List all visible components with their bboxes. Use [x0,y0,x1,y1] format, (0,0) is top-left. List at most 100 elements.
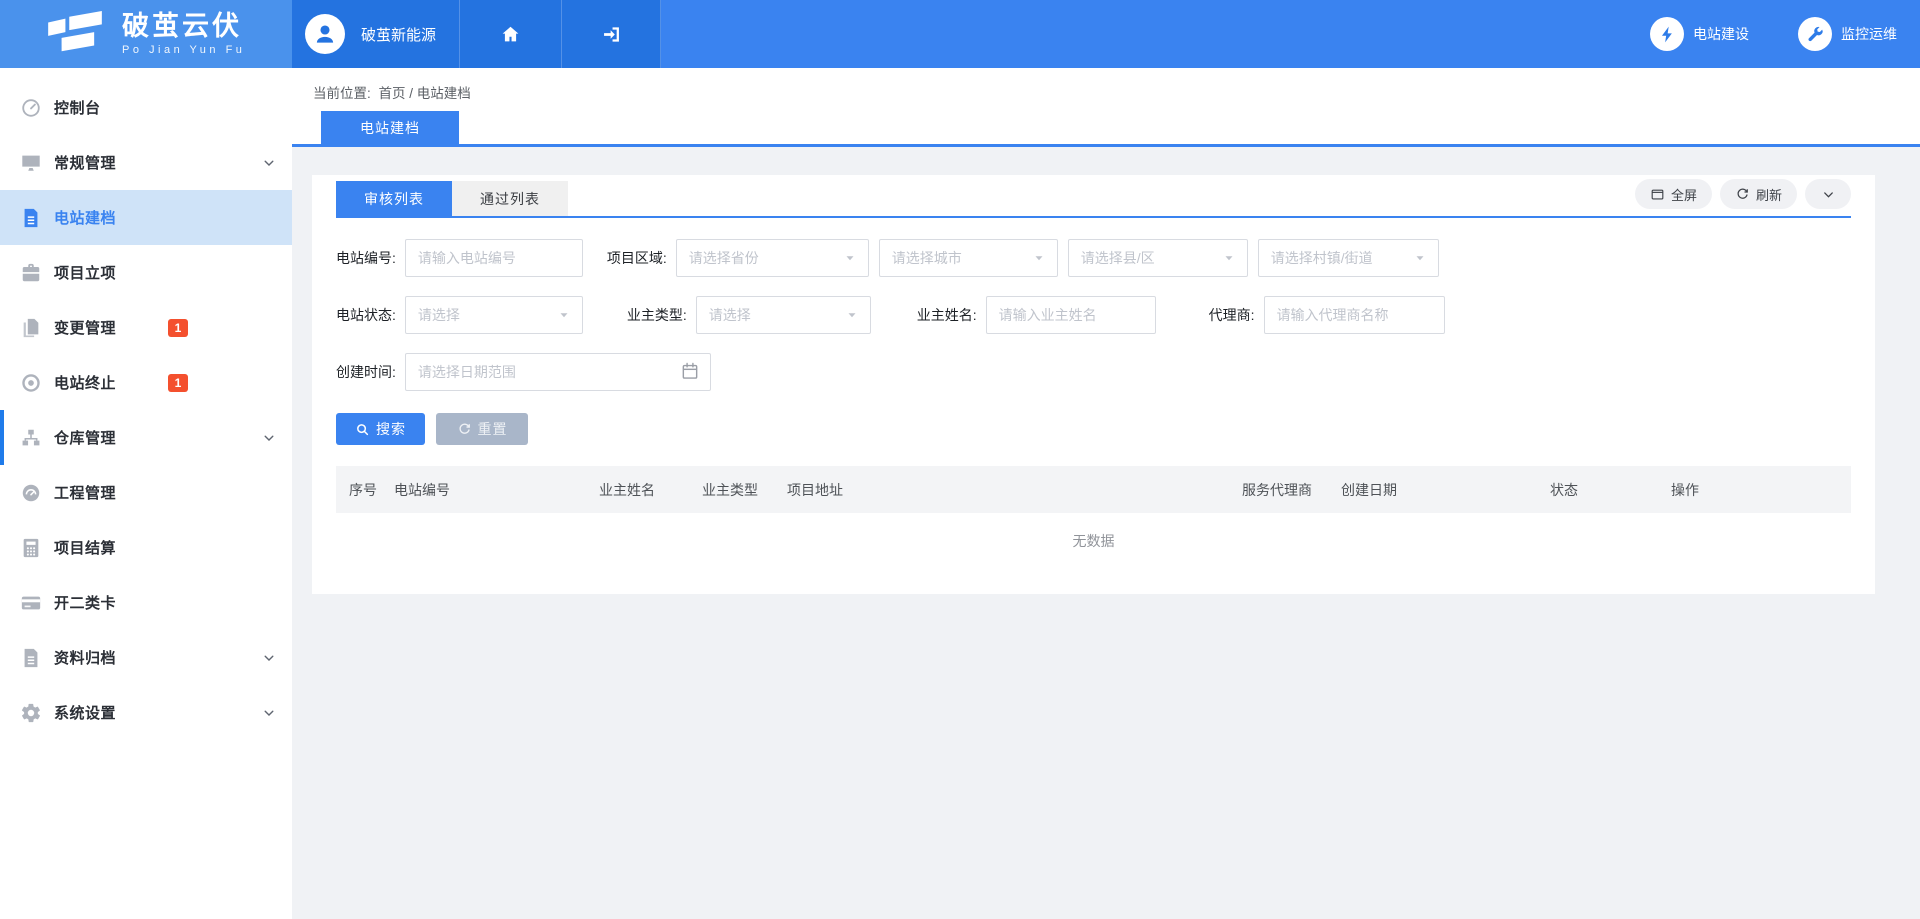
tab-review-list[interactable]: 审核列表 [336,181,452,216]
caret-down-icon [844,252,856,264]
sidebar-item-engineering-mgmt[interactable]: 工程管理 [0,465,292,520]
station-no-input[interactable] [405,239,583,277]
form-row-3: 创建时间: [336,353,1851,391]
city-select[interactable]: 请选择城市 [879,239,1058,277]
chevron-down-icon [1821,187,1836,202]
sidebar-item-warehouse-mgmt[interactable]: 仓库管理 [0,410,292,465]
fullscreen-button[interactable]: 全屏 [1635,179,1712,209]
home-icon [500,24,521,45]
app-subtitle: Po Jian Yun Fu [122,44,245,56]
table-header-row: 序号 电站编号 业主姓名 业主类型 项目地址 服务代理商 创建日期 状态 操作 [336,466,1851,513]
header-segments: 破茧新能源 [292,0,661,68]
owner-name-input[interactable] [986,296,1156,334]
column-header: 项目地址 [774,480,1229,500]
search-button[interactable]: 搜索 [336,413,425,445]
sidebar-item-label: 电站建档 [54,207,116,228]
sidebar-item-label: 项目结算 [54,537,116,558]
sidebar-item-label: 电站终止 [54,372,116,393]
sidebar: 控制台 常规管理 电站建档 项目立项 [0,68,292,919]
results-table: 序号 电站编号 业主姓名 业主类型 项目地址 服务代理商 创建日期 状态 操作 … [336,466,1851,568]
town-select[interactable]: 请选择村镇/街道 [1258,239,1439,277]
sidebar-item-label: 常规管理 [54,152,116,173]
reset-label: 重置 [478,419,508,439]
app-title: 破茧云伏 [122,12,245,42]
caret-down-icon [1414,252,1426,264]
gear-icon [20,702,42,724]
date-range-input[interactable] [405,353,711,391]
column-header: 业主姓名 [586,480,689,500]
monitor-icon [20,152,42,174]
refresh-button[interactable]: 刷新 [1720,179,1797,209]
tab-passed-list[interactable]: 通过列表 [452,181,568,216]
logout-button[interactable] [562,0,661,68]
agent-input[interactable] [1264,296,1445,334]
sidebar-item-label: 系统设置 [54,702,116,723]
sidebar-item-change-mgmt[interactable]: 变更管理 1 [0,300,292,355]
county-placeholder: 请选择县/区 [1081,248,1155,268]
sidebar-item-station-filing[interactable]: 电站建档 [0,190,292,245]
column-header: 序号 [336,480,381,500]
station-status-placeholder: 请选择 [418,305,460,325]
reset-button[interactable]: 重置 [436,413,528,445]
caret-down-icon [1033,252,1045,264]
city-placeholder: 请选择城市 [892,248,962,268]
breadcrumb: 当前位置: 首页 / 电站建档 [292,68,1920,102]
calendar-icon [680,361,700,381]
agent-label: 代理商: [1209,305,1255,325]
station-status-label: 电站状态: [336,305,396,325]
caret-down-icon [1223,252,1235,264]
owner-name-label: 业主姓名: [917,305,977,325]
search-label: 搜索 [376,419,406,439]
breadcrumb-prefix: 当前位置: [313,86,371,101]
collapse-button[interactable] [1805,179,1851,209]
sidebar-item-open-card[interactable]: 开二类卡 [0,575,292,630]
nav-monitor-ops[interactable]: 监控运维 [1798,17,1897,51]
panel-tabs-row: 审核列表 通过列表 全屏 刷新 [336,179,1851,218]
sidebar-item-archive[interactable]: 资料归档 [0,630,292,685]
column-header: 操作 [1658,480,1851,500]
briefcase-icon [20,262,42,284]
user-icon [312,21,338,47]
fullscreen-label: 全屏 [1671,185,1697,204]
page-tab-station-filing[interactable]: 电站建档 [321,111,459,144]
nav-label: 监控运维 [1841,24,1897,44]
nav-station-build[interactable]: 电站建设 [1650,17,1749,51]
chevron-down-icon [262,651,276,665]
chevron-down-icon [262,431,276,445]
refresh-icon [1735,187,1750,202]
home-button[interactable] [460,0,562,68]
sidebar-item-general-mgmt[interactable]: 常规管理 [0,135,292,190]
column-header: 服务代理商 [1229,480,1328,500]
content: 审核列表 通过列表 全屏 刷新 [292,147,1920,594]
top-header: 破茧云伏 Po Jian Yun Fu 破茧新能源 [0,0,1920,68]
main-area: 当前位置: 首页 / 电站建档 电站建档 审核列表 通过列表 全屏 [292,68,1920,594]
sidebar-item-project-approval[interactable]: 项目立项 [0,245,292,300]
sidebar-item-project-settlement[interactable]: 项目结算 [0,520,292,575]
province-select[interactable]: 请选择省份 [676,239,869,277]
station-no-label: 电站编号: [336,248,396,268]
company-name: 破茧新能源 [361,24,436,45]
station-status-select[interactable]: 请选择 [405,296,583,334]
breadcrumb-bar: 当前位置: 首页 / 电站建档 电站建档 [292,68,1920,147]
sign-in-icon [601,24,622,45]
sidebar-item-label: 仓库管理 [54,427,116,448]
avatar [305,14,345,54]
form-row-2: 电站状态: 请选择 业主类型: 请选择 业主姓名: 代理商: [336,296,1851,334]
search-form: 电站编号: 项目区域: 请选择省份 请选择城市 请选择县/区 [336,218,1851,445]
sidebar-item-station-termination[interactable]: 电站终止 1 [0,355,292,410]
table-empty-state: 无数据 [336,513,1851,568]
panel: 审核列表 通过列表 全屏 刷新 [312,175,1875,594]
sidebar-item-console[interactable]: 控制台 [0,80,292,135]
owner-type-select[interactable]: 请选择 [696,296,871,334]
owner-type-label: 业主类型: [627,305,687,325]
county-select[interactable]: 请选择县/区 [1068,239,1248,277]
header-right-nav: 电站建设 监控运维 [661,0,1920,68]
user-account-button[interactable]: 破茧新能源 [292,0,460,68]
column-header: 业主类型 [689,480,774,500]
date-range-field [405,353,711,391]
document-icon [20,207,42,229]
app-logo: 破茧云伏 Po Jian Yun Fu [0,0,292,68]
column-header: 状态 [1537,480,1658,500]
sidebar-item-system-settings[interactable]: 系统设置 [0,685,292,740]
chevron-down-icon [262,706,276,720]
